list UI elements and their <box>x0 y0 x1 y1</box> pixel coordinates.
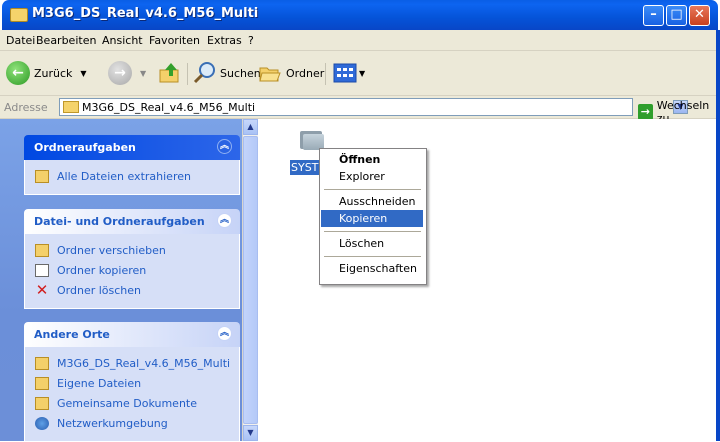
address-label: Adresse <box>4 101 48 114</box>
scroll-down-icon[interactable]: ▼ <box>243 425 258 441</box>
panel-body: Alle Dateien extrahieren <box>24 160 240 195</box>
copy-icon <box>35 263 49 277</box>
views-grid-icon <box>333 63 357 83</box>
ctx-delete[interactable]: Löschen <box>321 235 423 252</box>
link-copy-folder[interactable]: Ordner kopieren <box>35 260 231 280</box>
folder-icon <box>63 101 79 113</box>
ctx-explorer[interactable]: Explorer <box>321 168 423 185</box>
back-button[interactable]: ← Zurück ▼ <box>6 59 87 87</box>
menu-datei[interactable]: Datei <box>6 34 35 47</box>
toolbar-separator <box>325 63 326 85</box>
my-documents-icon <box>35 376 49 390</box>
collapse-chevron-icon[interactable]: ︽ <box>217 213 232 228</box>
panel-file-tasks: Datei- und Ordneraufgaben ︽ Ordner versc… <box>24 209 240 309</box>
folders-icon <box>259 67 281 82</box>
folders-button[interactable]: Ordner <box>258 59 324 87</box>
ctx-properties[interactable]: Eigenschaften <box>321 260 423 277</box>
maximize-button[interactable]: □ <box>666 5 687 26</box>
toolbar: ← Zurück ▼ → ▼ Suchen Ordner ▼ <box>0 51 720 96</box>
folder-icon <box>10 8 28 22</box>
menu-separator <box>324 231 421 232</box>
up-folder-button[interactable] <box>158 59 182 87</box>
back-label: Zurück <box>34 66 73 80</box>
menu-bearbeiten[interactable]: Bearbeiten <box>36 34 96 47</box>
panel-title: Datei- und Ordneraufgaben <box>34 215 205 228</box>
task-pane: Ordneraufgaben ︽ Alle Dateien extrahiere… <box>0 119 242 442</box>
ctx-cut[interactable]: Ausschneiden <box>321 193 423 210</box>
address-field[interactable]: M3G6_DS_Real_v4.6_M56_Multi ▼ <box>59 98 688 116</box>
link-delete-folder[interactable]: ✕ Ordner löschen <box>35 280 231 300</box>
panel-header[interactable]: Andere Orte ︽ <box>24 322 240 347</box>
link-label: Ordner kopieren <box>57 263 147 277</box>
menu-favoriten[interactable]: Favoriten <box>149 34 200 47</box>
title-bar[interactable]: M3G6_DS_Real_v4.6_M56_Multi – □ ✕ <box>2 0 718 30</box>
window-border <box>716 30 720 441</box>
link-label: Ordner löschen <box>57 283 142 297</box>
link-extract-all[interactable]: Alle Dateien extrahieren <box>35 166 231 186</box>
panel-title: Andere Orte <box>34 328 110 341</box>
chevron-down-icon[interactable]: ▼ <box>80 69 86 78</box>
folder-icon <box>35 356 49 370</box>
link-label: Alle Dateien extrahieren <box>57 169 191 183</box>
minimize-button[interactable]: – <box>643 5 664 26</box>
shared-folder-icon <box>35 396 49 410</box>
menu-bar: Datei Bearbeiten Ansicht Favoriten Extra… <box>0 30 720 78</box>
link-my-documents[interactable]: Eigene Dateien <box>35 373 231 393</box>
ctx-open[interactable]: Öffnen <box>321 151 423 168</box>
address-bar: Adresse M3G6_DS_Real_v4.6_M56_Multi ▼ → … <box>0 96 720 125</box>
search-icon <box>193 62 215 84</box>
menu-separator <box>324 256 421 257</box>
collapse-chevron-icon[interactable]: ︽ <box>217 326 232 341</box>
chevron-down-icon[interactable]: ▼ <box>140 69 146 78</box>
up-folder-icon <box>159 63 179 83</box>
panel-header[interactable]: Ordneraufgaben ︽ <box>24 135 240 160</box>
link-label: Gemeinsame Dokumente <box>57 396 197 410</box>
forward-arrow-icon: → <box>108 61 132 85</box>
link-network[interactable]: Netzwerkumgebung <box>35 413 231 433</box>
link-label: Netzwerkumgebung <box>57 416 168 430</box>
go-arrow-icon: → <box>638 104 653 120</box>
address-value: M3G6_DS_Real_v4.6_M56_Multi <box>82 101 256 114</box>
link-move-folder[interactable]: Ordner verschieben <box>35 240 231 260</box>
menu-extras[interactable]: Extras <box>207 34 242 47</box>
window-title: M3G6_DS_Real_v4.6_M56_Multi <box>32 6 259 21</box>
link-label: Ordner verschieben <box>57 243 166 257</box>
search-label: Suchen <box>220 66 261 80</box>
scroll-up-icon[interactable]: ▲ <box>243 119 258 135</box>
zip-folder-icon <box>35 169 49 183</box>
panel-title: Ordneraufgaben <box>34 141 136 154</box>
panel-body: M3G6_DS_Real_v4.6_M56_Multi Eigene Datei… <box>24 347 240 442</box>
folders-label: Ordner <box>286 66 325 80</box>
forward-button[interactable]: → ▼ <box>108 59 146 87</box>
delete-x-icon: ✕ <box>35 280 49 299</box>
menu-ansicht[interactable]: Ansicht <box>102 34 143 47</box>
close-button[interactable]: ✕ <box>689 5 710 26</box>
panel-folder-tasks: Ordneraufgaben ︽ Alle Dateien extrahiere… <box>24 135 240 195</box>
panel-header[interactable]: Datei- und Ordneraufgaben ︽ <box>24 209 240 234</box>
panel-body: Ordner verschieben Ordner kopieren ✕ Ord… <box>24 234 240 309</box>
collapse-chevron-icon[interactable]: ︽ <box>217 139 232 154</box>
task-pane-scrollbar[interactable]: ▲ ▼ <box>242 119 259 441</box>
link-label: Eigene Dateien <box>57 376 142 390</box>
chevron-down-icon[interactable]: ▼ <box>359 69 365 78</box>
link-shared-documents[interactable]: Gemeinsame Dokumente <box>35 393 231 413</box>
panel-other-places: Andere Orte ︽ M3G6_DS_Real_v4.6_M56_Mult… <box>24 322 240 442</box>
back-arrow-icon: ← <box>6 61 30 85</box>
move-folder-icon <box>35 243 49 257</box>
context-menu: Öffnen Explorer Ausschneiden Kopieren Lö… <box>319 148 427 285</box>
ctx-copy[interactable]: Kopieren <box>321 210 423 227</box>
network-globe-icon <box>35 416 49 430</box>
scroll-thumb[interactable] <box>243 136 258 424</box>
link-parent-folder[interactable]: M3G6_DS_Real_v4.6_M56_Multi <box>35 353 231 373</box>
menu-help[interactable]: ? <box>248 34 254 47</box>
menu-separator <box>324 189 421 190</box>
views-button[interactable]: ▼ <box>333 59 365 87</box>
search-button[interactable]: Suchen <box>193 59 261 87</box>
link-label: M3G6_DS_Real_v4.6_M56_Multi <box>57 356 231 370</box>
toolbar-separator <box>187 63 188 85</box>
